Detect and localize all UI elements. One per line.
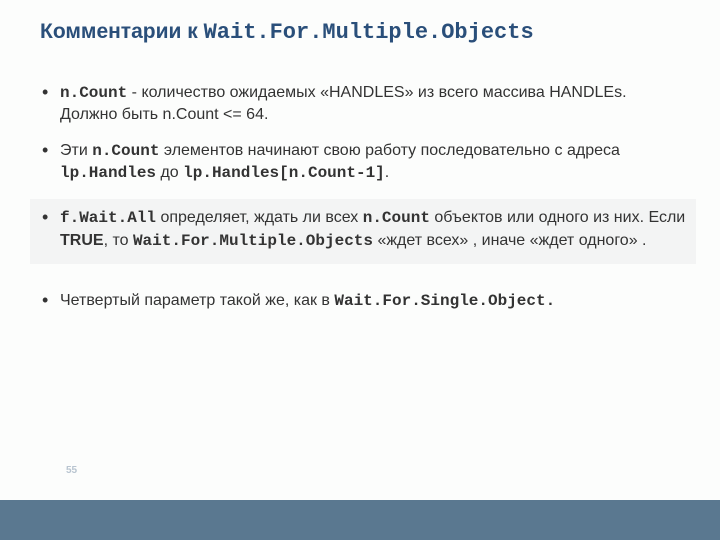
bottom-strip [0,500,720,540]
bullet-list-bottom: Четвертый параметр такой же, как в Wait.… [40,290,686,313]
text: - количество ожидаемых «HANDLES» из всег… [60,84,627,124]
code-lphandles-index: lp.Handles[n.Count-1] [183,164,385,182]
code-wfso: Wait.For.Single.Object. [334,292,555,310]
bullet-2: Эти n.Count элементов начинают свою рабо… [40,140,686,185]
bullet-list-highlight: f.Wait.All определяет, ждать ли всех n.C… [40,207,686,252]
text: «ждет всех» , иначе «ждет одного» . [373,232,647,249]
bullet-1: n.Count - количество ожидаемых «HANDLES»… [40,82,686,126]
bullet-4: Четвертый параметр такой же, как в Wait.… [40,290,686,313]
title-prefix: Комментарии к [40,20,204,43]
code-wfmo: Wait.For.Multiple.Objects [133,232,373,250]
text: Четвертый параметр такой же, как в [60,292,334,309]
bullet-3: f.Wait.All определяет, ждать ли всех n.C… [40,207,686,252]
text: объектов или одного из них. Если [430,209,685,226]
highlight-box: f.Wait.All определяет, ждать ли всех n.C… [30,199,696,264]
slide-title: Комментарии к Wait.For.Multiple.Objects [40,18,686,48]
page-number: 55 [66,465,77,476]
text: определяет, ждать ли всех [156,209,363,226]
code-fwaitall: f.Wait.All [60,209,156,227]
text: до [156,164,183,181]
text: элементов начинают свою работу последова… [159,142,619,159]
text: , то [104,232,133,249]
code-ncount: n.Count [363,209,430,227]
text-true: TRUE [60,232,104,249]
slide: Комментарии к Wait.For.Multiple.Objects … [0,0,720,500]
code-ncount: n.Count [92,142,159,160]
title-code: Wait.For.Multiple.Objects [204,20,534,45]
text: . [385,164,389,181]
bullet-list-top: n.Count - количество ожидаемых «HANDLES»… [40,82,686,185]
text: Эти [60,142,92,159]
code-lphandles: lp.Handles [60,164,156,182]
code-ncount: n.Count [60,84,127,102]
